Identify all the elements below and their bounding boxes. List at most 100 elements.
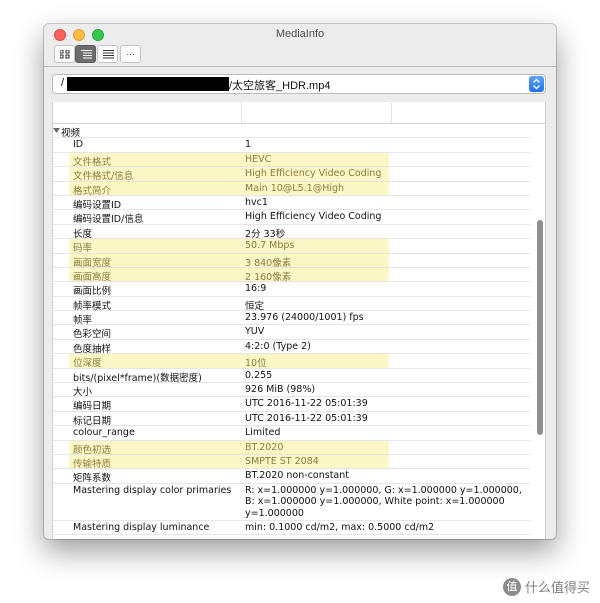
row-value: Limited <box>245 427 281 439</box>
path-filename: /太空旅客_HDR.mp4 <box>229 80 331 92</box>
tree-view-icon <box>81 50 92 59</box>
row-key: 标记日期 <box>73 415 112 427</box>
disclosure-triangle-icon[interactable] <box>53 127 60 134</box>
table-row[interactable]: ID 1 <box>53 138 531 153</box>
row-value: 1 <box>245 139 252 151</box>
table-row[interactable]: 文件格式/信息 High Efficiency Video Coding <box>53 167 531 182</box>
row-value: BT.2020 non-constant <box>245 470 349 482</box>
file-path-select[interactable]: / /太空旅客_HDR.mp4 <box>52 74 546 94</box>
table-row[interactable]: 编码设置ID hvc1 <box>53 196 531 211</box>
window-title: MediaInfo <box>275 28 325 40</box>
highlight-background <box>69 267 389 282</box>
table-row[interactable]: 格式简介 Main 10@L5.1@High <box>53 181 531 197</box>
table-row[interactable]: 标记日期 UTC 2016-11-22 05:01:39 <box>53 412 531 427</box>
row-value: High Efficiency Video Coding <box>245 211 382 223</box>
row-value: 3 840像素 <box>245 257 292 269</box>
row-key: 编码设置ID/信息 <box>73 214 144 226</box>
table-row[interactable]: 码率 50.7 Mbps <box>53 239 531 255</box>
table-row[interactable]: 传输特质 SMPTE ST 2084 <box>53 454 531 470</box>
table-row[interactable]: 编码日期 UTC 2016-11-22 05:01:39 <box>53 397 531 413</box>
info-table: 视频 ID 1 文件格式 HEVC 文件格式/信息 High Efficiency Vid… <box>52 102 546 539</box>
row-value: HEVC <box>245 153 272 165</box>
table-row[interactable]: colour_range Limited <box>53 426 531 441</box>
row-key: 格式简介 <box>73 185 112 197</box>
table-row[interactable]: 文件格式 HEVC <box>53 152 531 168</box>
section-row-video[interactable]: 视频 <box>53 124 531 139</box>
view-tree-button[interactable] <box>75 45 96 63</box>
row-value: SMPTE ST 2084 <box>245 455 319 467</box>
highlight-background <box>69 253 389 267</box>
title-bar: MediaInfo <box>44 24 556 45</box>
row-key: ID <box>73 139 84 151</box>
highlight-background <box>69 354 389 368</box>
table-row[interactable]: 位深度 10位 <box>53 354 531 370</box>
table-row[interactable]: 画面宽度 3 840像素 <box>53 253 531 269</box>
select-stepper-icon[interactable] <box>529 76 544 92</box>
row-value: 926 MiB (98%) <box>245 384 316 396</box>
row-value: 16:9 <box>245 283 267 295</box>
row-key: 编码日期 <box>73 401 112 413</box>
more-label: ... <box>126 47 135 58</box>
row-value: 50.7 Mbps <box>245 240 295 252</box>
highlight-background <box>69 454 389 469</box>
row-key: Mastering display color primaries <box>73 484 232 496</box>
row-key: 大小 <box>73 387 93 399</box>
info-rows: 视频 ID 1 文件格式 HEVC 文件格式/信息 High Efficiency Vid… <box>53 124 531 536</box>
row-key: Mastering display luminance <box>73 521 210 533</box>
row-value: hvc1 <box>245 196 268 208</box>
table-row[interactable]: 帧率模式 恒定 <box>53 297 531 312</box>
row-value: 23.976 (24000/1001) fps <box>245 312 364 324</box>
toolbar: ... <box>44 45 556 66</box>
table-row[interactable]: 画面比例 16:9 <box>53 282 531 298</box>
row-key: 画面宽度 <box>73 257 112 269</box>
table-row[interactable]: 色彩空间 YUV <box>53 325 531 341</box>
column-divider[interactable] <box>391 102 392 123</box>
row-value: High Efficiency Video Coding <box>245 168 382 180</box>
view-text-button[interactable] <box>97 45 118 63</box>
view-basic-button[interactable] <box>54 45 75 63</box>
row-key: 画面比例 <box>73 286 112 298</box>
watermark-text: 什么值得买 <box>524 581 590 596</box>
row-value: UTC 2016-11-22 05:01:39 <box>245 412 368 424</box>
watermark-logo: 值 <box>502 577 521 596</box>
table-row[interactable]: 色度抽样 4:2:0 (Type 2) <box>53 340 531 355</box>
table-row[interactable]: bits/(pixel*frame)(数据密度) 0.255 <box>53 369 531 384</box>
more-views-button[interactable]: ... <box>120 45 141 63</box>
table-row[interactable]: 长度 2分 33秒 <box>53 225 531 240</box>
row-key: 文件格式 <box>73 156 112 168</box>
redacted-path <box>67 77 229 91</box>
row-value: YUV <box>245 326 265 338</box>
mediainfo-window: MediaInfo ... / /太空旅客_HDR.mp4 视频 ID 1 文件… <box>44 24 556 539</box>
text-view-icon <box>103 50 114 59</box>
row-key: 色度抽样 <box>73 343 112 355</box>
row-key: 码率 <box>73 243 93 255</box>
row-key: 帧率模式 <box>73 300 112 312</box>
vertical-scrollbar[interactable] <box>537 220 543 435</box>
row-value: BT.2020 <box>245 441 284 453</box>
column-divider[interactable] <box>241 102 242 123</box>
updown-chevron-icon <box>533 78 540 90</box>
table-row[interactable]: Mastering display luminance min: 0.1000 c… <box>53 521 531 536</box>
row-value: 4:2:0 (Type 2) <box>245 340 311 352</box>
row-value: 恒定 <box>245 300 265 312</box>
row-key: 色彩空间 <box>73 329 112 341</box>
row-value: min: 0.1000 cd/m2, max: 0.5000 cd/m2 <box>245 521 435 533</box>
row-key: 传输特质 <box>73 458 112 470</box>
highlight-background <box>69 152 389 167</box>
section-label: 视频 <box>61 128 81 139</box>
table-row[interactable]: 矩阵系数 BT.2020 non-constant <box>53 469 531 485</box>
row-key: 矩阵系数 <box>73 473 112 485</box>
row-value: R: x=1.000000 y=1.000000, G: x=1.000000 … <box>245 484 522 519</box>
table-row[interactable]: 帧率 23.976 (24000/1001) fps <box>53 311 531 326</box>
table-row[interactable]: 大小 926 MiB (98%) <box>53 383 531 399</box>
table-row[interactable]: 画面高度 2 160像素 <box>53 267 531 283</box>
table-row[interactable]: 颜色初选 BT.2020 <box>53 440 531 456</box>
watermark: 值什么值得买 <box>502 577 590 599</box>
row-key: 位深度 <box>73 358 102 370</box>
path-prefix: / <box>61 77 65 89</box>
toolbar-divider <box>44 66 556 67</box>
table-row[interactable]: 编码设置ID/信息 High Efficiency Video Coding <box>53 210 531 226</box>
row-value: 2 160像素 <box>245 271 292 283</box>
table-row[interactable]: Mastering display color primaries R: x=1.… <box>53 484 531 521</box>
grid-view-icon <box>60 50 70 59</box>
